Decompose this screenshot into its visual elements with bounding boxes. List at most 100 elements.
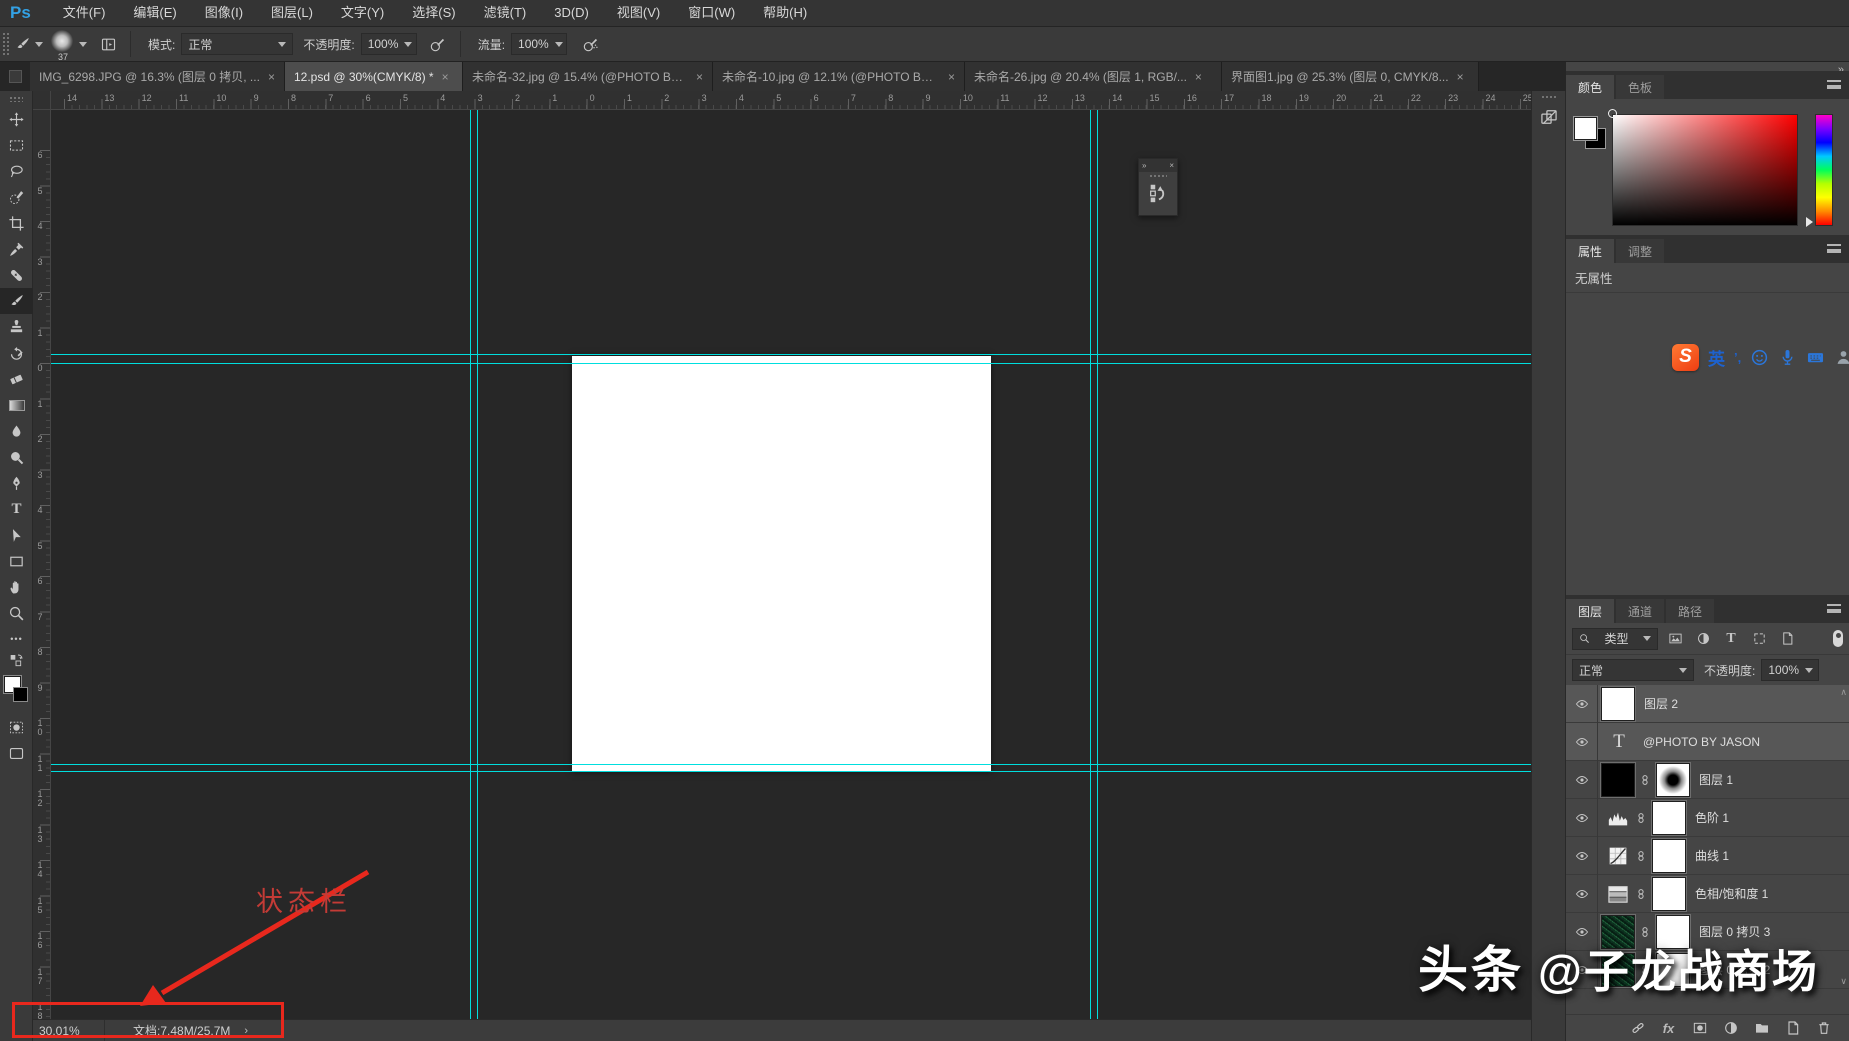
- gradient-tool[interactable]: [0, 392, 33, 418]
- scroll-down-icon[interactable]: ∨: [1840, 976, 1847, 987]
- quick-selection-tool[interactable]: [0, 184, 33, 210]
- tab-channels[interactable]: 通道: [1616, 599, 1664, 623]
- document-tab[interactable]: IMG_6298.JPG @ 16.3% (图层 0 拷贝, ... ×: [30, 62, 285, 91]
- curves-adjustment-icon[interactable]: [1605, 844, 1631, 868]
- new-layer-button[interactable]: [1784, 1019, 1802, 1037]
- background-color-swatch[interactable]: [13, 687, 28, 702]
- document-tab[interactable]: 未命名-32.jpg @ 15.4% (@PHOTO BY J... ×: [463, 62, 713, 91]
- menu-item[interactable]: 视图(V): [603, 0, 674, 26]
- menu-item[interactable]: 文件(F): [49, 0, 120, 26]
- menu-item[interactable]: 帮助(H): [749, 0, 821, 26]
- opacity-select[interactable]: 100%: [361, 33, 417, 55]
- layer-thumbnail[interactable]: [1601, 687, 1635, 721]
- guide-horizontal[interactable]: [51, 771, 1531, 772]
- layer-mask-thumbnail[interactable]: [1652, 801, 1686, 835]
- workspace-icon[interactable]: [0, 62, 30, 91]
- link-layers-button[interactable]: [1629, 1019, 1647, 1037]
- layer-name[interactable]: 曲线 1: [1695, 847, 1729, 864]
- layer-mask-thumbnail[interactable]: [1656, 763, 1690, 797]
- layer-name[interactable]: 图层 2: [1644, 695, 1678, 712]
- horizontal-ruler[interactable]: 1413121110987654321012345678910111213141…: [51, 91, 1531, 110]
- path-selection-tool[interactable]: [0, 522, 33, 548]
- screen-mode-button[interactable]: [0, 740, 33, 766]
- type-tool[interactable]: T: [0, 496, 33, 522]
- layer-row[interactable]: 图层 1: [1566, 761, 1849, 799]
- move-tool[interactable]: [0, 106, 33, 132]
- layer-row[interactable]: 色相/饱和度 1: [1566, 875, 1849, 913]
- filter-pixel-layers-icon[interactable]: [1664, 629, 1686, 649]
- guide-vertical[interactable]: [470, 110, 471, 1019]
- vertical-ruler[interactable]: 6543210123456789101112131415161718: [33, 110, 51, 1019]
- flow-select[interactable]: 100%: [511, 33, 567, 55]
- panel-collapse-icon[interactable]: »: [1142, 161, 1146, 170]
- layer-style-button[interactable]: fx: [1660, 1019, 1678, 1037]
- document-tab-active[interactable]: 12.psd @ 30%(CMYK/8) * ×: [285, 62, 463, 91]
- guide-vertical[interactable]: [1090, 110, 1091, 1019]
- document-tab[interactable]: 界面图1.jpg @ 25.3% (图层 0, CMYK/8... ×: [1222, 62, 1479, 91]
- brush-preview[interactable]: [51, 30, 73, 52]
- tab-swatches[interactable]: 色板: [1616, 75, 1664, 99]
- layer-mask-thumbnail[interactable]: [1652, 877, 1686, 911]
- layer-name[interactable]: 图层 1: [1699, 771, 1733, 788]
- ime-punctuation-toggle[interactable]: ’,: [1734, 350, 1741, 365]
- tab-color[interactable]: 颜色: [1566, 75, 1614, 99]
- quick-mask-button[interactable]: [0, 714, 33, 740]
- zoom-tool[interactable]: [0, 600, 33, 626]
- layer-name[interactable]: @PHOTO BY JASON: [1643, 735, 1760, 749]
- menu-item[interactable]: 3D(D): [540, 0, 603, 26]
- brush-tool-selected[interactable]: [0, 288, 33, 314]
- scroll-up-icon[interactable]: ∧: [1840, 687, 1847, 698]
- close-icon[interactable]: ×: [1169, 161, 1174, 170]
- saturation-brightness-field[interactable]: [1612, 114, 1798, 226]
- airbrush-icon[interactable]: [575, 31, 605, 57]
- hand-tool[interactable]: [0, 574, 33, 600]
- menu-item[interactable]: 窗口(W): [674, 0, 749, 26]
- blur-tool[interactable]: [0, 418, 33, 444]
- ime-language-toggle[interactable]: 英: [1708, 345, 1725, 370]
- hue-saturation-adjustment-icon[interactable]: [1605, 882, 1631, 906]
- menu-item[interactable]: 选择(S): [398, 0, 469, 26]
- panel-menu-icon[interactable]: [1827, 80, 1841, 89]
- pen-tool[interactable]: [0, 470, 33, 496]
- menu-item[interactable]: 文字(Y): [327, 0, 398, 26]
- layer-row[interactable]: 图层 2: [1566, 685, 1849, 723]
- color-position-marker[interactable]: [1608, 109, 1617, 118]
- layer-mask-thumbnail[interactable]: [1652, 839, 1686, 873]
- tool-preset-brush-icon[interactable]: [9, 31, 35, 57]
- hue-slider-thumb[interactable]: [1806, 217, 1813, 227]
- guide-vertical[interactable]: [1097, 110, 1098, 1019]
- layer-blend-mode-select[interactable]: 正常: [1572, 659, 1694, 681]
- profile-icon[interactable]: [1834, 348, 1849, 367]
- close-icon[interactable]: ×: [696, 70, 703, 84]
- crop-tool[interactable]: [0, 210, 33, 236]
- guide-horizontal[interactable]: [51, 363, 1531, 364]
- tab-properties[interactable]: 属性: [1566, 239, 1614, 263]
- clone-source-icon[interactable]: [1147, 181, 1169, 205]
- eyedropper-tool[interactable]: [0, 236, 33, 262]
- rectangle-tool[interactable]: [0, 548, 33, 574]
- panel-menu-icon[interactable]: [1827, 604, 1841, 613]
- tool-preset-caret[interactable]: [35, 42, 43, 47]
- document-tab[interactable]: 未命名-10.jpg @ 12.1% (@PHOTO BY J... ×: [713, 62, 965, 91]
- layer-thumbnail[interactable]: [1601, 763, 1635, 797]
- delete-layer-button[interactable]: [1815, 1019, 1833, 1037]
- layer-row[interactable]: 曲线 1: [1566, 837, 1849, 875]
- clone-source-mini-panel[interactable]: » ×: [1138, 158, 1178, 216]
- edit-toolbar-ellipsis[interactable]: •••: [0, 626, 33, 652]
- lasso-tool[interactable]: [0, 158, 33, 184]
- spot-healing-brush-tool[interactable]: [0, 262, 33, 288]
- tab-adjustments[interactable]: 调整: [1616, 239, 1664, 263]
- text-layer-icon[interactable]: T: [1604, 731, 1634, 753]
- tab-layers[interactable]: 图层: [1566, 599, 1614, 623]
- layer-row[interactable]: 色阶 1: [1566, 799, 1849, 837]
- emoji-icon[interactable]: [1750, 348, 1769, 367]
- clone-stamp-tool[interactable]: [0, 314, 33, 340]
- layer-opacity-select[interactable]: 100%: [1761, 659, 1819, 681]
- history-brush-tool[interactable]: [0, 340, 33, 366]
- close-icon[interactable]: ×: [1195, 70, 1202, 84]
- filter-adjustment-layers-icon[interactable]: [1692, 629, 1714, 649]
- eraser-tool[interactable]: [0, 366, 33, 392]
- foreground-color-swatch[interactable]: [1574, 117, 1597, 140]
- ruler-corner[interactable]: [33, 91, 51, 110]
- hue-slider[interactable]: [1815, 114, 1833, 226]
